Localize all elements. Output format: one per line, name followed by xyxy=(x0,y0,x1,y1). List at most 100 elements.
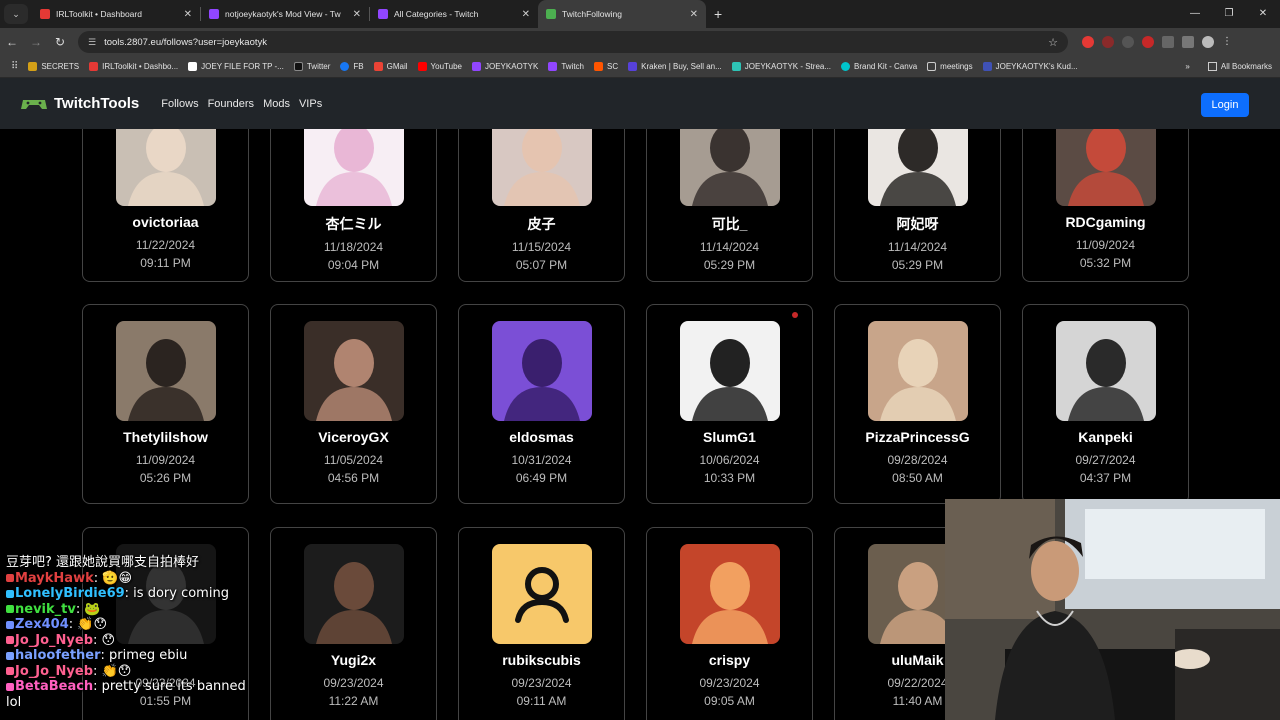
brand-name: TwitchTools xyxy=(54,95,140,112)
back-icon[interactable]: ← xyxy=(0,35,24,49)
bookmark-item[interactable]: Twitch xyxy=(543,62,589,71)
follow-name[interactable]: 皮子 xyxy=(459,214,624,234)
browser-tab-1[interactable]: notjoeykaotyk's Mod View - Tw ✕ xyxy=(201,0,369,28)
bookmark-item[interactable]: IRLToolkit • Dashbo... xyxy=(84,62,183,71)
avatar[interactable] xyxy=(304,544,404,644)
bookmark-item[interactable]: Brand Kit - Canva xyxy=(836,62,922,71)
bookmark-item[interactable]: Kraken | Buy, Sell an... xyxy=(623,62,727,71)
follow-name[interactable]: SlumG1 xyxy=(647,429,812,445)
avatar[interactable] xyxy=(680,129,780,206)
puzzle-icon[interactable] xyxy=(1162,36,1174,48)
avatar[interactable] xyxy=(680,321,780,421)
profile-avatar[interactable] xyxy=(1202,36,1214,48)
follow-card[interactable]: crispy 09/23/2024 09:05 AM xyxy=(646,527,813,720)
close-icon[interactable]: ✕ xyxy=(353,9,361,20)
bookmark-item[interactable]: FB xyxy=(335,62,368,71)
tab-favicon xyxy=(378,9,388,19)
follow-card[interactable]: 阿妃呀 11/14/2024 05:29 PM xyxy=(834,129,1001,282)
avatar[interactable] xyxy=(304,129,404,206)
chat-message: haloofether: primeg ebiu xyxy=(6,648,306,664)
extension-icon[interactable] xyxy=(1082,36,1094,48)
browser-tab-3[interactable]: TwitchFollowing ✕ xyxy=(538,0,706,28)
extension-icon[interactable] xyxy=(1142,36,1154,48)
avatar[interactable] xyxy=(492,129,592,206)
bookmark-item[interactable]: JOEY FILE FOR TP -... xyxy=(183,62,289,71)
window-close-icon[interactable]: ✕ xyxy=(1246,0,1280,28)
bookmark-item[interactable]: GMail xyxy=(369,62,413,71)
follow-name[interactable]: RDCgaming xyxy=(1023,214,1188,230)
bookmark-item[interactable]: YouTube xyxy=(413,62,467,71)
follow-card[interactable]: rubikscubis 09/23/2024 09:11 AM xyxy=(458,527,625,720)
all-bookmarks[interactable]: » All Bookmarks xyxy=(1185,62,1272,71)
follow-name[interactable]: 阿妃呀 xyxy=(835,214,1000,234)
extension-icon[interactable] xyxy=(1122,36,1134,48)
follow-name[interactable]: PizzaPrincessG xyxy=(835,429,1000,445)
chat-text: : 🫡😁 xyxy=(93,570,133,586)
extension-icon[interactable] xyxy=(1102,36,1114,48)
reload-icon[interactable]: ↻ xyxy=(48,35,72,49)
nav-founders[interactable]: Founders xyxy=(208,98,254,110)
follow-name[interactable]: rubikscubis xyxy=(459,652,624,668)
bookmark-item[interactable]: SC xyxy=(589,62,623,71)
close-icon[interactable]: ✕ xyxy=(690,9,698,20)
follow-card[interactable]: SlumG1 10/06/2024 10:33 PM xyxy=(646,304,813,504)
chat-badge-icon xyxy=(6,651,14,660)
login-button[interactable]: Login xyxy=(1201,93,1249,117)
follow-name[interactable]: ovictoriaa xyxy=(83,214,248,230)
browser-tab-0[interactable]: IRLToolkit • Dashboard ✕ xyxy=(32,0,200,28)
follow-card[interactable]: eldosmas 10/31/2024 06:49 PM xyxy=(458,304,625,504)
restore-icon[interactable]: ❐ xyxy=(1212,0,1246,28)
nav-mods[interactable]: Mods xyxy=(263,98,290,110)
bookmark-item[interactable]: SECRETS xyxy=(23,62,84,71)
avatar[interactable] xyxy=(116,129,216,206)
menu-list-icon[interactable] xyxy=(1182,36,1194,48)
bookmark-item[interactable]: JOEYKAOTYK's Kud... xyxy=(978,62,1083,71)
bookmark-item[interactable]: meetings xyxy=(922,62,977,71)
follow-name[interactable]: eldosmas xyxy=(459,429,624,445)
follow-card[interactable]: PizzaPrincessG 09/28/2024 08:50 AM xyxy=(834,304,1001,504)
tab-title: TwitchFollowing xyxy=(562,9,622,19)
follow-name[interactable]: 杏仁ミル xyxy=(271,214,436,234)
avatar[interactable] xyxy=(116,321,216,421)
nav-vips[interactable]: VIPs xyxy=(299,98,322,110)
bookmark-star-icon[interactable]: ☆ xyxy=(1048,36,1058,49)
follow-card[interactable]: 皮子 11/15/2024 05:07 PM xyxy=(458,129,625,282)
follow-card[interactable]: 杏仁ミル 11/18/2024 09:04 PM xyxy=(270,129,437,282)
close-icon[interactable]: ✕ xyxy=(522,9,530,20)
bookmark-item[interactable]: JOEYKAOTYK - Strea... xyxy=(727,62,836,71)
chevron-right-icon[interactable]: » xyxy=(1185,62,1189,71)
avatar[interactable] xyxy=(868,129,968,206)
browser-tab-2[interactable]: All Categories - Twitch ✕ xyxy=(370,0,538,28)
close-icon[interactable]: ✕ xyxy=(184,9,192,20)
follow-name[interactable]: Kanpeki xyxy=(1023,429,1188,445)
follow-name[interactable]: crispy xyxy=(647,652,812,668)
follow-card[interactable]: RDCgaming 11/09/2024 05:32 PM xyxy=(1022,129,1189,282)
follow-card[interactable]: Kanpeki 09/27/2024 04:37 PM xyxy=(1022,304,1189,504)
avatar[interactable] xyxy=(304,321,404,421)
bookmark-item[interactable]: Twitter xyxy=(289,62,336,71)
forward-icon[interactable]: → xyxy=(24,35,48,49)
tab-search-button[interactable]: ⌄ xyxy=(4,4,28,24)
avatar[interactable] xyxy=(1056,321,1156,421)
avatar[interactable] xyxy=(492,544,592,644)
minimize-icon[interactable]: — xyxy=(1178,0,1212,28)
follow-card[interactable]: ViceroyGX 11/05/2024 04:56 PM xyxy=(270,304,437,504)
nav-follows[interactable]: Follows xyxy=(161,98,198,110)
apps-icon[interactable]: ⠿ xyxy=(6,61,23,72)
follow-name[interactable]: 可比_ xyxy=(647,214,812,234)
brand[interactable]: TwitchTools xyxy=(20,95,139,112)
follow-card[interactable]: 可比_ 11/14/2024 05:29 PM xyxy=(646,129,813,282)
kebab-menu-icon[interactable]: ⋮ xyxy=(1222,36,1232,48)
avatar[interactable] xyxy=(492,321,592,421)
avatar[interactable] xyxy=(1056,129,1156,206)
follow-name[interactable]: ViceroyGX xyxy=(271,429,436,445)
new-tab-button[interactable]: + xyxy=(706,6,730,22)
follow-name[interactable]: Thetylilshow xyxy=(83,429,248,445)
avatar[interactable] xyxy=(680,544,780,644)
url-bar[interactable]: ☰ tools.2807.eu/follows?user=joeykaotyk … xyxy=(78,31,1068,53)
follow-card[interactable]: Thetylilshow 11/09/2024 05:26 PM xyxy=(82,304,249,504)
follow-card[interactable]: ovictoriaa 11/22/2024 09:11 PM xyxy=(82,129,249,282)
bookmark-item[interactable]: JOEYKAOTYK xyxy=(467,62,543,71)
site-info-icon[interactable]: ☰ xyxy=(88,37,96,48)
avatar[interactable] xyxy=(868,321,968,421)
